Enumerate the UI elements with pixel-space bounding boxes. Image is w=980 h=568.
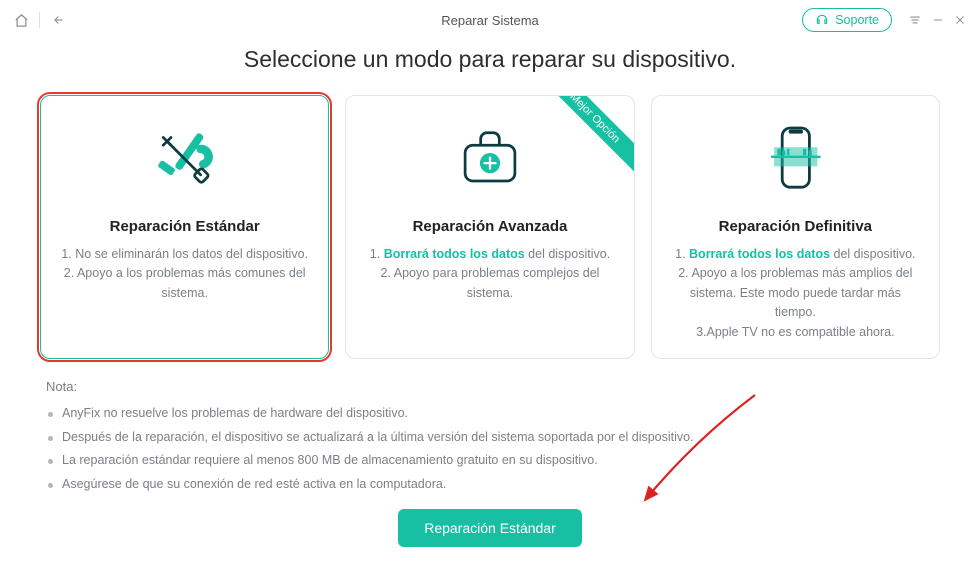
card-title: Reparación Estándar (59, 218, 310, 235)
card-line: 2. Apoyo a los problemas más amplios del… (670, 264, 921, 322)
home-icon[interactable] (14, 13, 29, 28)
start-repair-button[interactable]: Reparación Estándar (398, 509, 582, 547)
notes-list: AnyFix no resuelve los problemas de hard… (46, 402, 934, 497)
mode-card-standard[interactable]: Reparación Estándar 1. No se eliminarán … (40, 95, 329, 359)
card-title: Reparación Avanzada (364, 218, 615, 235)
card-line: 1. Borrará todos los datos del dispositi… (364, 245, 615, 264)
card-line: 3.Apple TV no es compatible ahora. (670, 323, 921, 342)
mode-card-ultimate[interactable]: Reparación Definitiva 1. Borrará todos l… (651, 95, 940, 359)
note-item: Asegúrese de que su conexión de red esté… (46, 473, 934, 497)
medkit-icon (364, 118, 615, 202)
support-button[interactable]: Soporte (802, 8, 892, 32)
mode-card-advanced[interactable]: Mejor Opción Reparación Avanzada 1. Borr… (345, 95, 634, 359)
card-title: Reparación Definitiva (670, 218, 921, 235)
card-line: 2. Apoyo a los problemas más comunes del… (59, 264, 310, 303)
card-line: 1. No se eliminarán los datos del dispos… (59, 245, 310, 264)
card-line: 2. Apoyo para problemas complejos del si… (364, 264, 615, 303)
back-icon[interactable] (50, 13, 68, 27)
phone-scan-icon (670, 118, 921, 202)
divider (39, 12, 40, 28)
support-label: Soporte (835, 13, 879, 27)
card-line: 1. Borrará todos los datos del dispositi… (670, 245, 921, 264)
tools-icon (59, 118, 310, 202)
close-icon[interactable] (954, 14, 966, 26)
note-item: La reparación estándar requiere al menos… (46, 449, 934, 473)
note-item: AnyFix no resuelve los problemas de hard… (46, 402, 934, 426)
page-heading: Seleccione un modo para reparar su dispo… (0, 46, 980, 73)
minimize-icon[interactable] (932, 14, 944, 26)
menu-icon[interactable] (908, 13, 922, 27)
note-item: Después de la reparación, el dispositivo… (46, 426, 934, 450)
notes-heading: Nota: (46, 379, 934, 394)
